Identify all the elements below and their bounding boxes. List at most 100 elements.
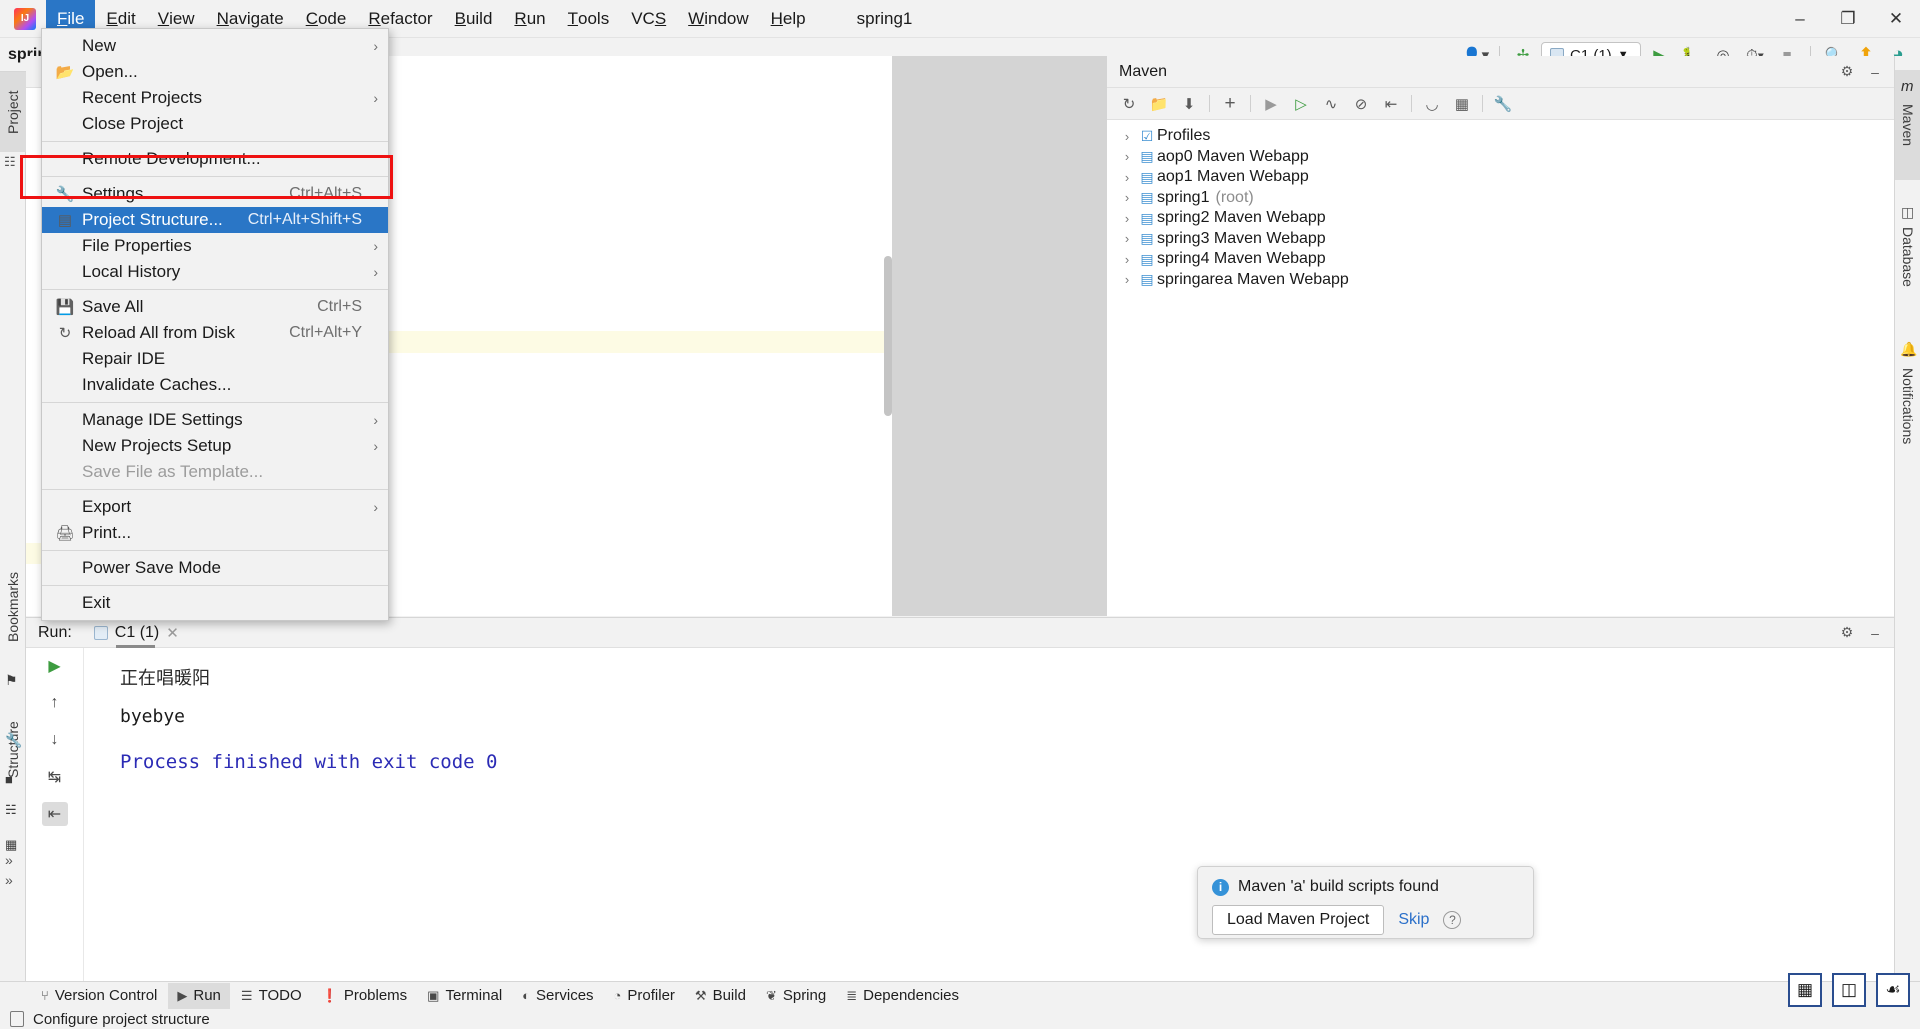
bottom-tab-icon: ☰ [241,988,253,1004]
editor-scrollbar[interactable] [884,256,892,416]
toggle-skip-tests-icon[interactable]: ∿ [1317,91,1345,117]
scroll-to-end-icon[interactable]: ⇤ [42,802,68,826]
maven-module-icon: ▤ [1137,251,1157,268]
chevron-right-icon[interactable]: › [1117,190,1137,205]
plus-icon[interactable]: + [1216,91,1244,117]
menu-item-settings[interactable]: 🔧Settings...Ctrl+Alt+S [42,181,388,207]
screenshot-icon[interactable]: ◫ [1832,973,1866,1007]
load-maven-project-button[interactable]: Load Maven Project [1212,905,1384,935]
maven-tree-row[interactable]: ›▤spring1(root) [1107,188,1894,209]
rerun-icon[interactable]: ▶ [42,654,68,678]
bottom-tab-build[interactable]: ⚒Build [686,983,755,1009]
menu-item-save-all[interactable]: 💾Save AllCtrl+S [42,294,388,320]
menu-item-remote-development[interactable]: Remote Development... [42,146,388,172]
menu-tools[interactable]: Tools [557,0,621,38]
maven-tree-row[interactable]: ›▤spring3 Maven Webapp [1107,229,1894,250]
chevron-right-icon[interactable]: › [1117,170,1137,185]
add-maven-project-icon[interactable]: 📁 [1145,91,1173,117]
minimize-button[interactable]: – [1776,0,1824,38]
bottom-tab-run[interactable]: ▶Run [168,983,230,1009]
chevron-right-icon[interactable]: › [1117,149,1137,164]
up-icon[interactable]: ↑ [42,691,68,715]
hide-icon[interactable]: – [1864,61,1886,83]
bottom-tab-label: Profiler [627,987,675,1004]
maven-tree-row[interactable]: ›▤springarea Maven Webapp [1107,270,1894,291]
menu-build[interactable]: Build [444,0,504,38]
bottom-tab-problems[interactable]: ❗Problems [313,983,417,1009]
maven-tree-row[interactable]: ›▤aop0 Maven Webapp [1107,147,1894,168]
menu-divider [42,176,388,177]
sidebar-item-bookmarks[interactable]: Bookmarks [0,552,26,662]
download-sources-icon[interactable]: ⬇ [1175,91,1203,117]
show-diagram-icon[interactable]: ▦ [1448,91,1476,117]
menu-item-print[interactable]: 🖨Print... [42,520,388,546]
console-output[interactable]: 正在唱暖阳 byebye Process finished with exit … [84,648,1894,982]
expand-strip-button[interactable]: » [5,852,13,868]
execute-goal-icon[interactable]: ▷ [1287,91,1315,117]
menu-item-recent-projects[interactable]: Recent Projects› [42,85,388,111]
run-tab-c1[interactable]: C1 (1) ✕ [94,618,179,648]
hide-icon[interactable]: – [1864,622,1886,644]
menu-item-invalidate-caches[interactable]: Invalidate Caches... [42,372,388,398]
menu-item-new[interactable]: New› [42,33,388,59]
bottom-tab-version-control[interactable]: ⑂Version Control [32,983,166,1009]
menu-item-new-projects-setup[interactable]: New Projects Setup› [42,433,388,459]
maven-tree-row[interactable]: ›▤spring2 Maven Webapp [1107,208,1894,229]
settings-icon[interactable]: 🔧 [1489,91,1517,117]
layout-grid-icon[interactable]: ▦ [1788,973,1822,1007]
collapse-all-icon[interactable]: ⇤ [1377,91,1405,117]
gear-icon[interactable]: ⚙ [1836,61,1858,83]
close-button[interactable]: ✕ [1872,0,1920,38]
menu-item-repair-ide[interactable]: Repair IDE [42,346,388,372]
menu-item-export[interactable]: Export› [42,494,388,520]
maven-tree-row[interactable]: ›▤aop1 Maven Webapp [1107,167,1894,188]
chevron-right-icon[interactable]: › [1117,252,1137,267]
down-icon[interactable]: ↓ [42,728,68,752]
chevron-right-icon[interactable]: › [1117,231,1137,246]
bottom-tab-terminal[interactable]: ▣Terminal [418,983,511,1009]
skip-link[interactable]: Skip [1398,911,1429,929]
bottom-tab-dependencies[interactable]: ≣Dependencies [837,983,968,1009]
menu-item-label: Project Structure... [82,210,223,230]
chevron-right-icon[interactable]: › [1117,129,1137,144]
bottom-tab-icon: ❦ [766,988,777,1004]
menu-window[interactable]: Window [677,0,759,38]
gear-icon[interactable]: ⚙ [1836,622,1858,644]
maven-tree-row[interactable]: ›▤spring4 Maven Webapp [1107,249,1894,270]
menu-run[interactable]: Run [503,0,556,38]
run-tab-icon [94,626,108,640]
menu-item-power-save-mode[interactable]: Power Save Mode [42,555,388,581]
expand-strip-button-2[interactable]: » [5,872,13,888]
chevron-right-icon[interactable]: › [1117,272,1137,287]
bottom-tab-services[interactable]: ◐Services [513,983,602,1009]
bottom-tab-label: Dependencies [863,987,959,1004]
maven-tree-label: aop0 Maven Webapp [1157,148,1309,166]
menu-item-manage-ide-settings[interactable]: Manage IDE Settings› [42,407,388,433]
close-icon[interactable]: ✕ [166,624,179,642]
menu-vcs[interactable]: VCS [620,0,677,38]
menu-item-open[interactable]: 📂Open... [42,59,388,85]
maximize-button[interactable]: ❐ [1824,0,1872,38]
menu-item-file-properties[interactable]: File Properties› [42,233,388,259]
soft-wrap-icon[interactable]: ↹ [42,765,68,789]
menu-item-project-structure[interactable]: ▤Project Structure...Ctrl+Alt+Shift+S [42,207,388,233]
menu-item-close-project[interactable]: Close Project [42,111,388,137]
menu-item-exit[interactable]: Exit [42,590,388,616]
editor-area[interactable]: ift [325,56,892,616]
help-icon[interactable]: ? [1443,911,1461,929]
toggle-offline-icon[interactable]: ⊘ [1347,91,1375,117]
reload-icon[interactable]: ↻ [1115,91,1143,117]
bottom-tab-spring[interactable]: ❦Spring [757,983,835,1009]
menu-item-reload-all-from-disk[interactable]: ↻Reload All from DiskCtrl+Alt+Y [42,320,388,346]
menu-item-local-history[interactable]: Local History› [42,259,388,285]
bottom-tab-profiler[interactable]: ◔Profiler [605,983,684,1009]
chevron-right-icon[interactable]: › [1117,211,1137,226]
maven-tree-row[interactable]: ›☑Profiles [1107,126,1894,147]
capture-icon[interactable]: ☙ [1876,973,1910,1007]
bottom-tab-todo[interactable]: ☰TODO [232,983,311,1009]
show-dependencies-icon[interactable]: ◡ [1418,91,1446,117]
run-icon[interactable]: ▶ [1257,91,1285,117]
menu-help[interactable]: Help [760,0,817,38]
sidebar-item-structure[interactable]: Structure [0,697,26,802]
sidebar-item-project[interactable]: Project [0,72,26,152]
